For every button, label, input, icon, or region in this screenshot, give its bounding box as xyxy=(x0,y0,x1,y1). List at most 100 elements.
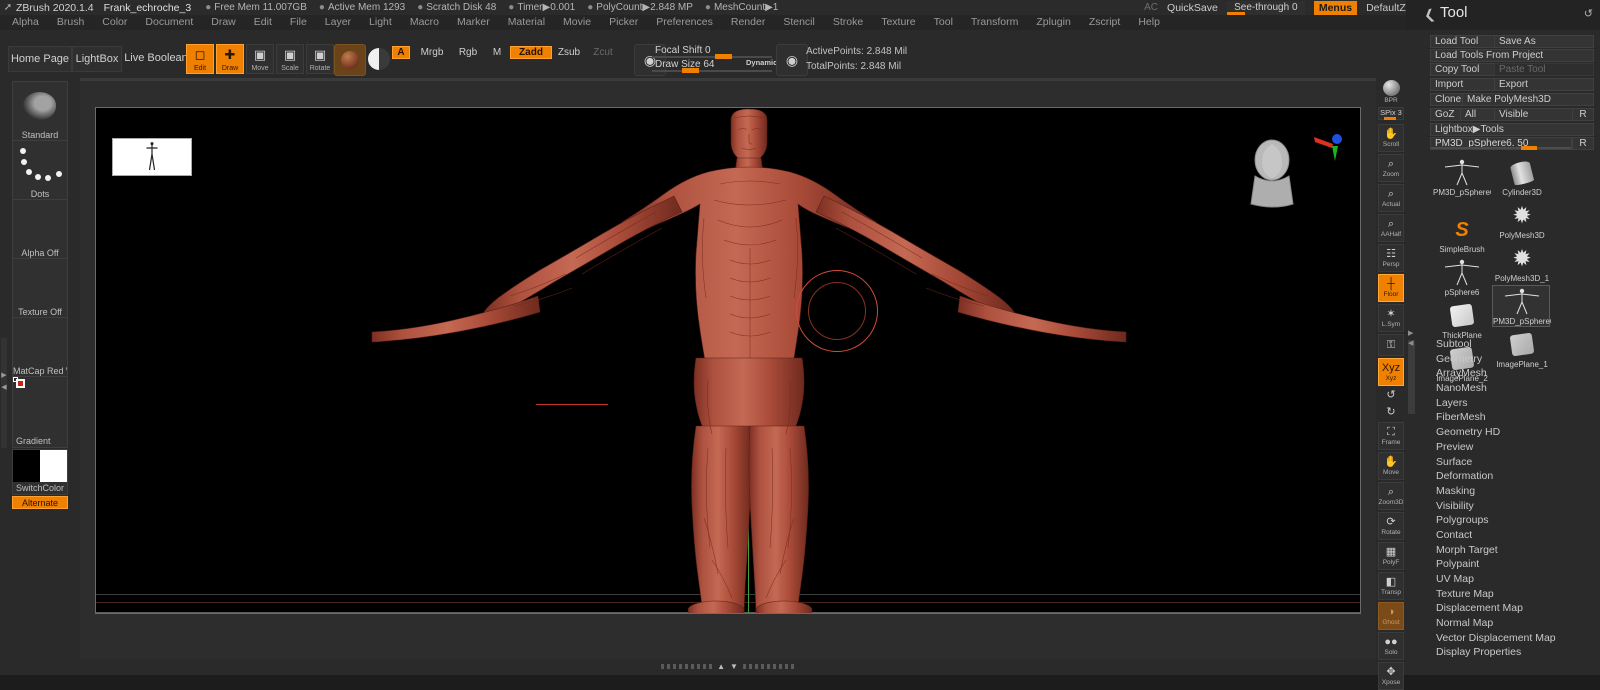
subpalette-display-properties[interactable]: Display Properties xyxy=(1430,645,1598,660)
grip-down-arrow-icon[interactable]: ▼ xyxy=(730,662,739,671)
menu-item-zplugin[interactable]: Zplugin xyxy=(1027,15,1079,30)
floor-button[interactable]: ┼Floor xyxy=(1378,274,1404,302)
menu-item-zscript[interactable]: Zscript xyxy=(1080,15,1130,30)
load-tools-from-project-button[interactable]: Load Tools From Project xyxy=(1430,49,1594,62)
subpalette-vector-displacement-map[interactable]: Vector Displacement Map xyxy=(1430,631,1598,646)
tool-thumbnail-cylinder3d[interactable]: Cylinder3D xyxy=(1492,156,1550,198)
menu-item-stroke[interactable]: Stroke xyxy=(824,15,872,30)
solo-button[interactable]: ●●Solo xyxy=(1378,632,1404,660)
tool-thumbnail-polymesh3d-1[interactable]: ✹PolyMesh3D_1 xyxy=(1492,242,1550,284)
subpalette-normal-map[interactable]: Normal Map xyxy=(1430,616,1598,631)
rotate-mode-button[interactable]: ▣ Rotate xyxy=(306,44,334,74)
alternate-button[interactable]: Alternate xyxy=(12,496,68,509)
color-picker-swatch[interactable]: Gradient xyxy=(12,376,68,448)
current-tool-slider[interactable]: PM3D_pSphere6. 50 xyxy=(1430,137,1572,150)
subpalette-displacement-map[interactable]: Displacement Map xyxy=(1430,601,1598,616)
scale-mode-button[interactable]: ▣ Scale xyxy=(276,44,304,74)
menu-item-material[interactable]: Material xyxy=(499,15,554,30)
menu-item-stencil[interactable]: Stencil xyxy=(774,15,824,30)
menu-item-macro[interactable]: Macro xyxy=(401,15,448,30)
zcut-button[interactable]: Zcut xyxy=(588,46,618,59)
frame-button[interactable]: ⛶Frame xyxy=(1378,422,1404,450)
anatomy-male-figure-icon[interactable] xyxy=(96,108,1360,613)
live-boolean-button[interactable]: Live Boolean xyxy=(122,46,190,70)
menu-item-document[interactable]: Document xyxy=(136,15,202,30)
goz-all-button[interactable]: All xyxy=(1460,108,1496,121)
goz-r-button[interactable]: R xyxy=(1572,108,1594,121)
grip-up-arrow-icon[interactable]: ▲ xyxy=(717,662,726,671)
viewport-3d[interactable] xyxy=(95,107,1361,614)
subpalette-surface[interactable]: Surface xyxy=(1430,455,1598,470)
zoom3d-button[interactable]: ⌕Zoom3D xyxy=(1378,482,1404,510)
menu-item-layer[interactable]: Layer xyxy=(316,15,360,30)
head-gizmo-icon[interactable] xyxy=(1236,138,1308,208)
scroll-button[interactable]: ✋Scroll xyxy=(1378,124,1404,152)
canvas-top-scrollbar[interactable] xyxy=(80,78,1376,81)
subpalette-uv-map[interactable]: UV Map xyxy=(1430,572,1598,587)
transform-lock-button[interactable]: ⚿ xyxy=(1378,334,1404,356)
subpalette-geometry-hd[interactable]: Geometry HD xyxy=(1430,425,1598,440)
goz-visible-button[interactable]: Visible xyxy=(1494,108,1574,121)
rotate-cw-button[interactable]: ↻ xyxy=(1378,405,1404,420)
subpalette-subtool[interactable]: Subtool xyxy=(1430,337,1598,352)
axis-widget-icon[interactable] xyxy=(1312,130,1354,164)
rotate-ccw-button[interactable]: ↺ xyxy=(1378,388,1404,403)
tool-thumbnail-psphere6[interactable]: pSphere6 xyxy=(1432,256,1490,298)
lightbox-tools-button[interactable]: Lightbox▶Tools xyxy=(1430,123,1594,136)
lightbox-button[interactable]: LightBox xyxy=(72,46,122,72)
subpalette-fibermesh[interactable]: FiberMesh xyxy=(1430,410,1598,425)
see-through-slider[interactable]: See-through 0 xyxy=(1227,1,1305,15)
texture-swatch[interactable]: Texture Off xyxy=(12,258,68,319)
subpalette-texture-map[interactable]: Texture Map xyxy=(1430,587,1598,602)
canvas-resize-grip-icon[interactable]: ▲ ▼ xyxy=(661,662,795,671)
tool-thumbnail-simplebrush[interactable]: SSimpleBrush xyxy=(1432,213,1490,255)
current-tool-r-button[interactable]: R xyxy=(1572,137,1594,150)
subpalette-masking[interactable]: Masking xyxy=(1430,484,1598,499)
mrgb-button[interactable]: Mrgb xyxy=(410,46,454,59)
rgb-button[interactable]: Rgb xyxy=(450,46,486,59)
subpalette-nanomesh[interactable]: NanoMesh xyxy=(1430,381,1598,396)
menu-item-texture[interactable]: Texture xyxy=(872,15,924,30)
export-button[interactable]: Export xyxy=(1494,78,1594,91)
persp-button[interactable]: ☷Persp xyxy=(1378,244,1404,272)
tool-thumbnail-polymesh3d[interactable]: ✹PolyMesh3D xyxy=(1492,199,1550,241)
subpalette-deformation[interactable]: Deformation xyxy=(1430,469,1598,484)
quicksave-button[interactable]: QuickSave xyxy=(1167,2,1218,14)
save-as-button[interactable]: Save As xyxy=(1494,35,1594,48)
subpalette-contact[interactable]: Contact xyxy=(1430,528,1598,543)
xpose-button[interactable]: ✥Xpose xyxy=(1378,662,1404,690)
aahalf-button[interactable]: ⌕AAHalf xyxy=(1378,214,1404,242)
bpr-render-button[interactable]: BPR xyxy=(1378,80,1404,104)
goz-button[interactable]: GoZ xyxy=(1430,108,1464,121)
shading-toggle-button[interactable] xyxy=(364,44,394,74)
brush-swatch[interactable]: Standard xyxy=(12,81,68,142)
material-preview-button[interactable] xyxy=(334,44,366,76)
alpha-channel-button[interactable]: A xyxy=(392,46,410,59)
menu-item-edit[interactable]: Edit xyxy=(245,15,281,30)
menu-item-brush[interactable]: Brush xyxy=(48,15,93,30)
l-sym-button[interactable]: ✶L.Sym xyxy=(1378,304,1404,332)
subpalette-layers[interactable]: Layers xyxy=(1430,396,1598,411)
subpalette-polygroups[interactable]: Polygroups xyxy=(1430,513,1598,528)
subpalette-visibility[interactable]: Visibility xyxy=(1430,499,1598,514)
menu-item-color[interactable]: Color xyxy=(93,15,136,30)
subpalette-preview[interactable]: Preview xyxy=(1430,440,1598,455)
left-tray-handle[interactable]: ▶ ◀ xyxy=(1,338,7,448)
polyf-button[interactable]: ▦PolyF xyxy=(1378,542,1404,570)
zsub-button[interactable]: Zsub xyxy=(552,46,586,59)
alpha-swatch[interactable]: Alpha Off xyxy=(12,199,68,260)
draw-mode-button[interactable]: ✚ Draw xyxy=(216,44,244,74)
move-button[interactable]: ✋Move xyxy=(1378,452,1404,480)
menu-item-help[interactable]: Help xyxy=(1129,15,1169,30)
subpalette-polypaint[interactable]: Polypaint xyxy=(1430,557,1598,572)
focal-shift-slider[interactable]: Focal Shift 0 xyxy=(652,45,772,58)
menu-item-picker[interactable]: Picker xyxy=(600,15,647,30)
draw-dynamic-button[interactable]: ◉ xyxy=(776,44,808,76)
rotate-button[interactable]: ⟳Rotate xyxy=(1378,512,1404,540)
menu-item-marker[interactable]: Marker xyxy=(448,15,499,30)
spix-slider[interactable]: SPix 3 xyxy=(1378,107,1404,120)
move-mode-button[interactable]: ▣ Move xyxy=(246,44,274,74)
reset-circle-icon[interactable]: ↺ xyxy=(1584,7,1593,20)
make-polymesh3d-button[interactable]: Make PolyMesh3D xyxy=(1462,93,1594,106)
menu-item-file[interactable]: File xyxy=(281,15,316,30)
